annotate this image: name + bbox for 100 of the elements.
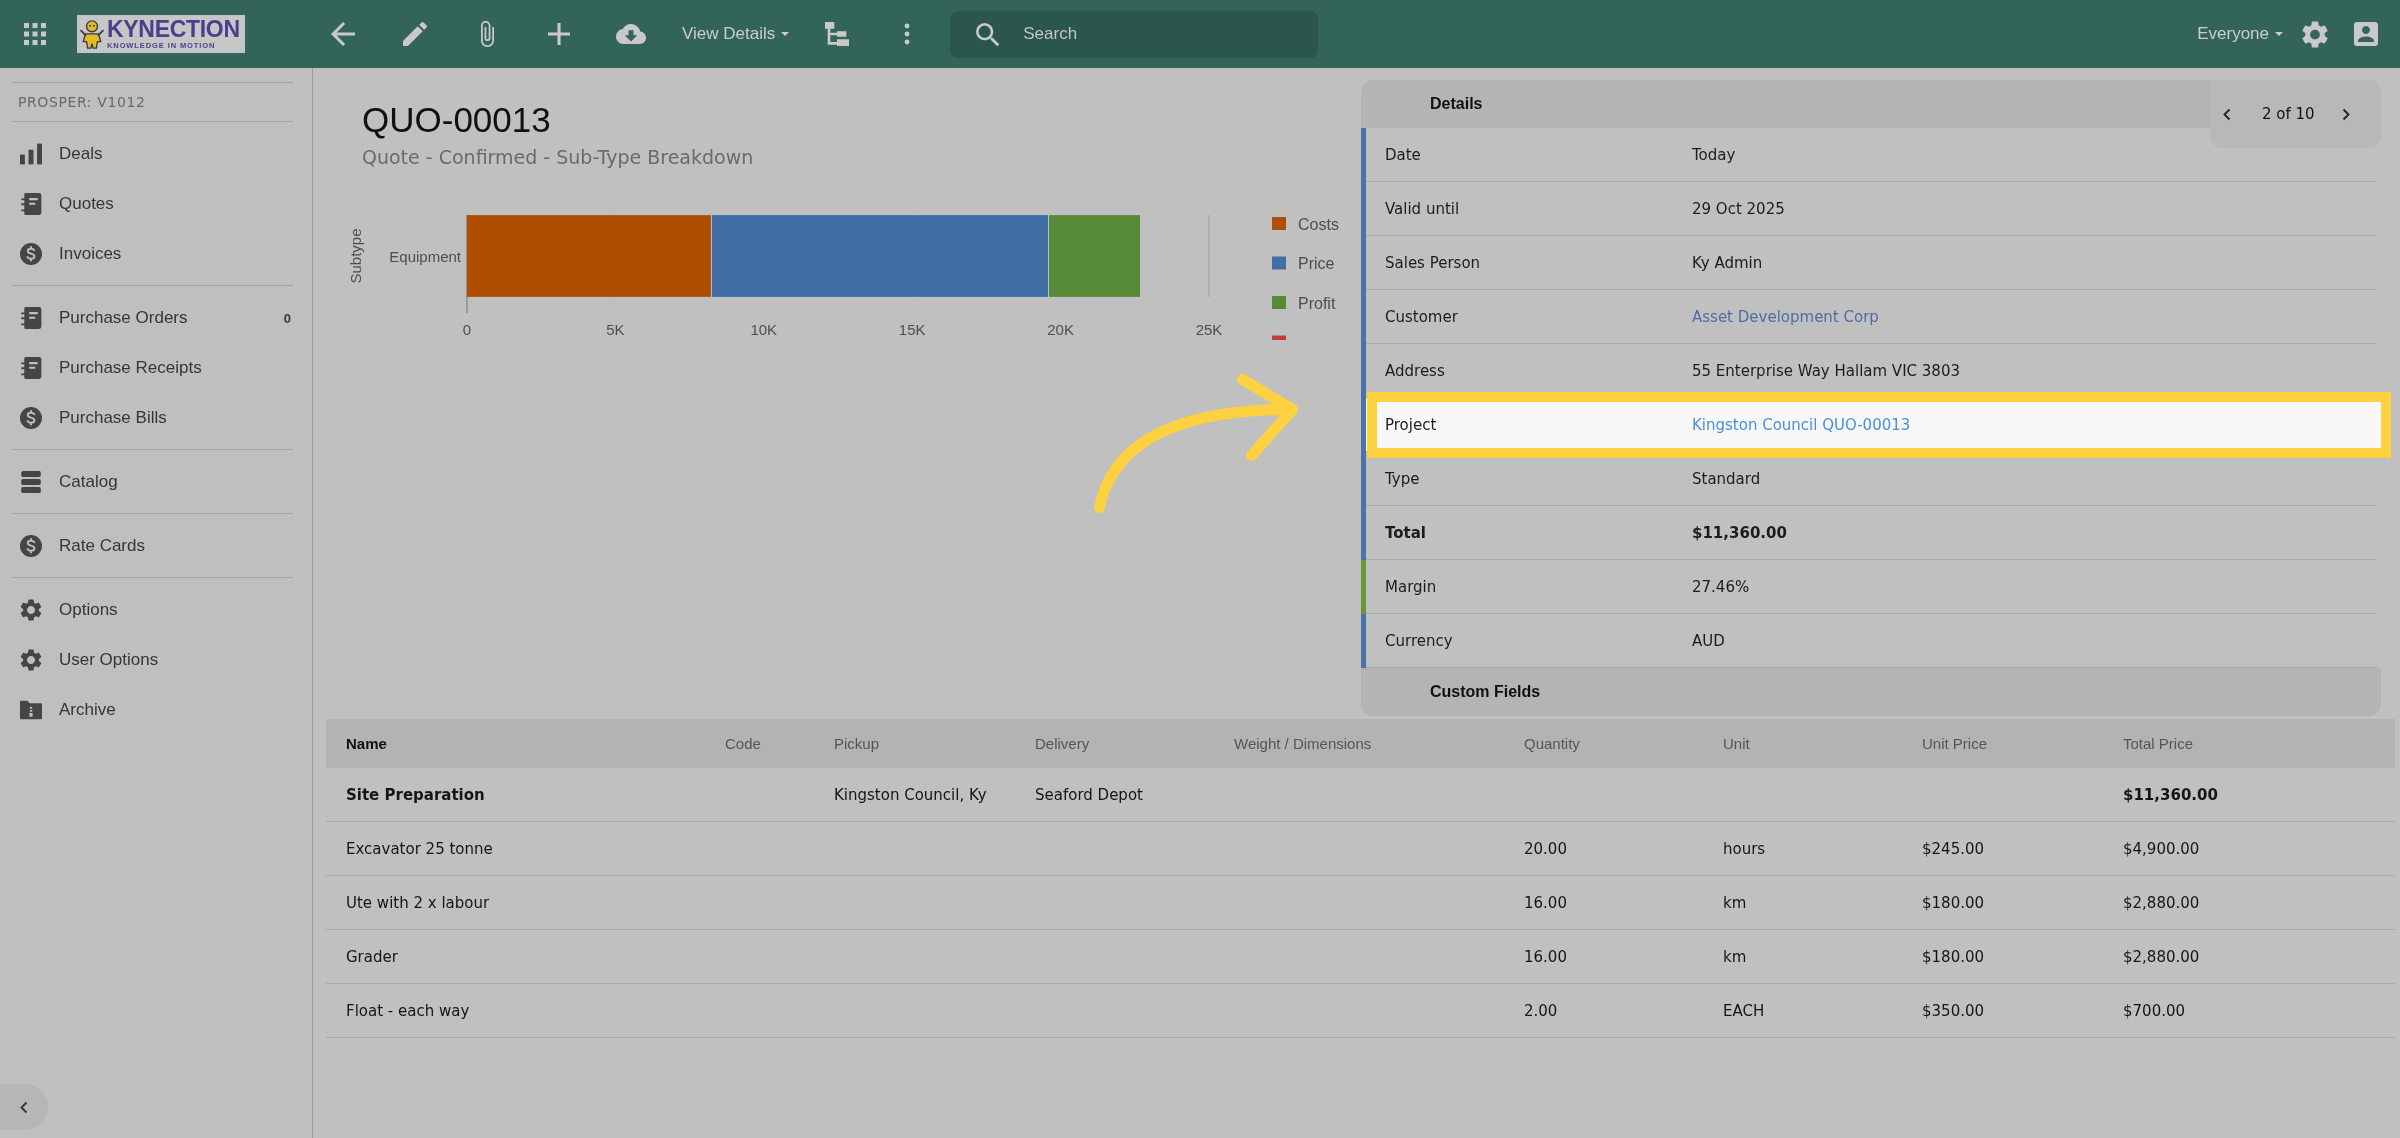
field-value: AUD	[1692, 632, 1725, 650]
nav-item[interactable]: Quotes	[12, 179, 293, 229]
sidebar-heading: PROSPER: V1012	[12, 82, 293, 122]
dollar-coin-icon	[20, 407, 42, 429]
field-label: Currency	[1385, 632, 1454, 650]
column-header: Unit	[1723, 735, 1750, 752]
legend-label: Price	[1298, 255, 1335, 272]
page-subtitle: Quote - Confirmed - Sub-Type Breakdown	[362, 145, 754, 169]
field-label: Total	[1385, 524, 1427, 542]
table-cell: $4,900.00	[2123, 839, 2200, 858]
table-cell: Grader	[346, 947, 398, 966]
nav-item[interactable]: User Options	[12, 635, 293, 685]
table-cell: $245.00	[1922, 839, 1985, 858]
search-field[interactable]: Search	[950, 10, 1319, 58]
table-cell: Seaford Depot	[1035, 785, 1143, 804]
nav-item[interactable]: Deals	[12, 129, 293, 179]
arrow-left-icon	[331, 22, 355, 46]
table-cell: Kingston Council, Ky	[834, 785, 987, 804]
kebab-menu-icon	[904, 23, 911, 45]
field-label: Sales Person	[1385, 254, 1482, 272]
column-header: Delivery	[1035, 735, 1090, 752]
page-title: QUO-00013	[362, 100, 551, 140]
field-value: 55 Enterprise Way Hallam VIC 3803	[1692, 362, 1960, 380]
tick-label: 20K	[1047, 321, 1074, 338]
field-value: Today	[1692, 146, 1736, 164]
logo-wordmark: KYNECTION	[107, 18, 240, 42]
search-icon	[976, 22, 1001, 47]
table-cell: $11,360.00	[2123, 785, 2218, 804]
tick-label: 0	[462, 321, 472, 338]
field-value: Ky Admin	[1692, 254, 1763, 272]
nav-item[interactable]: Catalog	[12, 457, 293, 507]
table-cell: hours	[1723, 839, 1766, 858]
table-cell: 16.00	[1524, 947, 1567, 966]
notebook-icon	[20, 357, 42, 379]
column-header: Pickup	[834, 735, 880, 752]
nav-item[interactable]: Archive	[12, 685, 293, 735]
nav-item[interactable]: Options	[12, 585, 293, 635]
apps-button[interactable]	[24, 23, 46, 45]
table-cell: km	[1723, 947, 1747, 966]
column-header: Name	[346, 735, 387, 752]
table-cell: km	[1723, 893, 1747, 912]
gear-icon	[20, 649, 42, 671]
column-header: Quantity	[1524, 735, 1580, 752]
page-indicator: 2 of 10	[2262, 105, 2315, 123]
nav-item[interactable]: Purchase Receipts	[12, 343, 293, 393]
table-cell: 16.00	[1524, 893, 1567, 912]
settings-icon	[2302, 20, 2328, 48]
grid-icon	[24, 23, 46, 45]
table-cell: $700.00	[2123, 1001, 2186, 1020]
mascot-icon	[80, 19, 104, 49]
field-value: $11,360.00	[1692, 524, 1787, 542]
legend-label: Costs	[1298, 215, 1339, 233]
notebook-icon	[20, 193, 42, 215]
table-cell: $2,880.00	[2123, 893, 2200, 912]
field-label: Valid until	[1385, 200, 1461, 218]
axis-title: Subtype	[346, 228, 364, 284]
nav-item[interactable]: Purchase Bills	[12, 393, 293, 443]
table-cell: EACH	[1723, 1001, 1765, 1020]
table-cell: $180.00	[1922, 947, 1985, 966]
table-cell: 2.00	[1524, 1001, 1558, 1020]
nav-item[interactable]: Purchase Orders	[12, 293, 284, 343]
view-menu-button[interactable]: View Details	[682, 14, 790, 54]
table-cell: $350.00	[1922, 1001, 1985, 1020]
account-icon	[2354, 22, 2378, 46]
nav-item[interactable]: Invoices	[12, 229, 293, 279]
notebook-icon	[20, 307, 42, 329]
plus-icon	[548, 23, 570, 45]
caret-icon	[781, 32, 790, 36]
chevron-left-icon	[2223, 107, 2231, 121]
legend-label: Profit	[1298, 294, 1336, 312]
table-cell: $2,880.00	[2123, 947, 2200, 966]
table-cell: Site Preparation	[346, 785, 485, 804]
column-header: Total Price	[2123, 735, 2194, 752]
category-label: Equipment	[389, 247, 461, 265]
tick-label: 15K	[898, 321, 926, 338]
archive-folder-icon	[20, 699, 42, 721]
cloud-download-icon	[616, 24, 646, 44]
column-header: Code	[725, 735, 761, 752]
tick-label: 25K	[1195, 321, 1223, 338]
tick-label: 5K	[606, 321, 625, 338]
item-count: 0	[283, 310, 292, 326]
column-header: Unit Price	[1922, 735, 1988, 752]
field-label: Project	[1385, 416, 1438, 434]
table-cell: $180.00	[1922, 893, 1985, 912]
table-cell: Excavator 25 tonne	[346, 839, 493, 858]
audience-menu-button[interactable]: Everyone	[2197, 14, 2283, 54]
stack-icon	[20, 471, 42, 493]
chevron-left-icon	[20, 1100, 28, 1114]
dollar-coin-icon	[20, 535, 42, 557]
nav-item[interactable]: Rate Cards	[12, 521, 293, 571]
tick-label: 10K	[750, 321, 778, 338]
chevron-right-icon	[2342, 107, 2350, 121]
caret-icon	[2275, 32, 2283, 36]
field-label: Date	[1385, 146, 1422, 164]
field-label: Margin	[1385, 578, 1438, 596]
table-cell: Ute with 2 x labour	[346, 893, 490, 912]
field-label: Customer	[1385, 308, 1459, 326]
field-label: Address	[1385, 362, 1446, 380]
field-value: 27.46%	[1692, 578, 1750, 596]
paperclip-icon	[480, 21, 494, 47]
